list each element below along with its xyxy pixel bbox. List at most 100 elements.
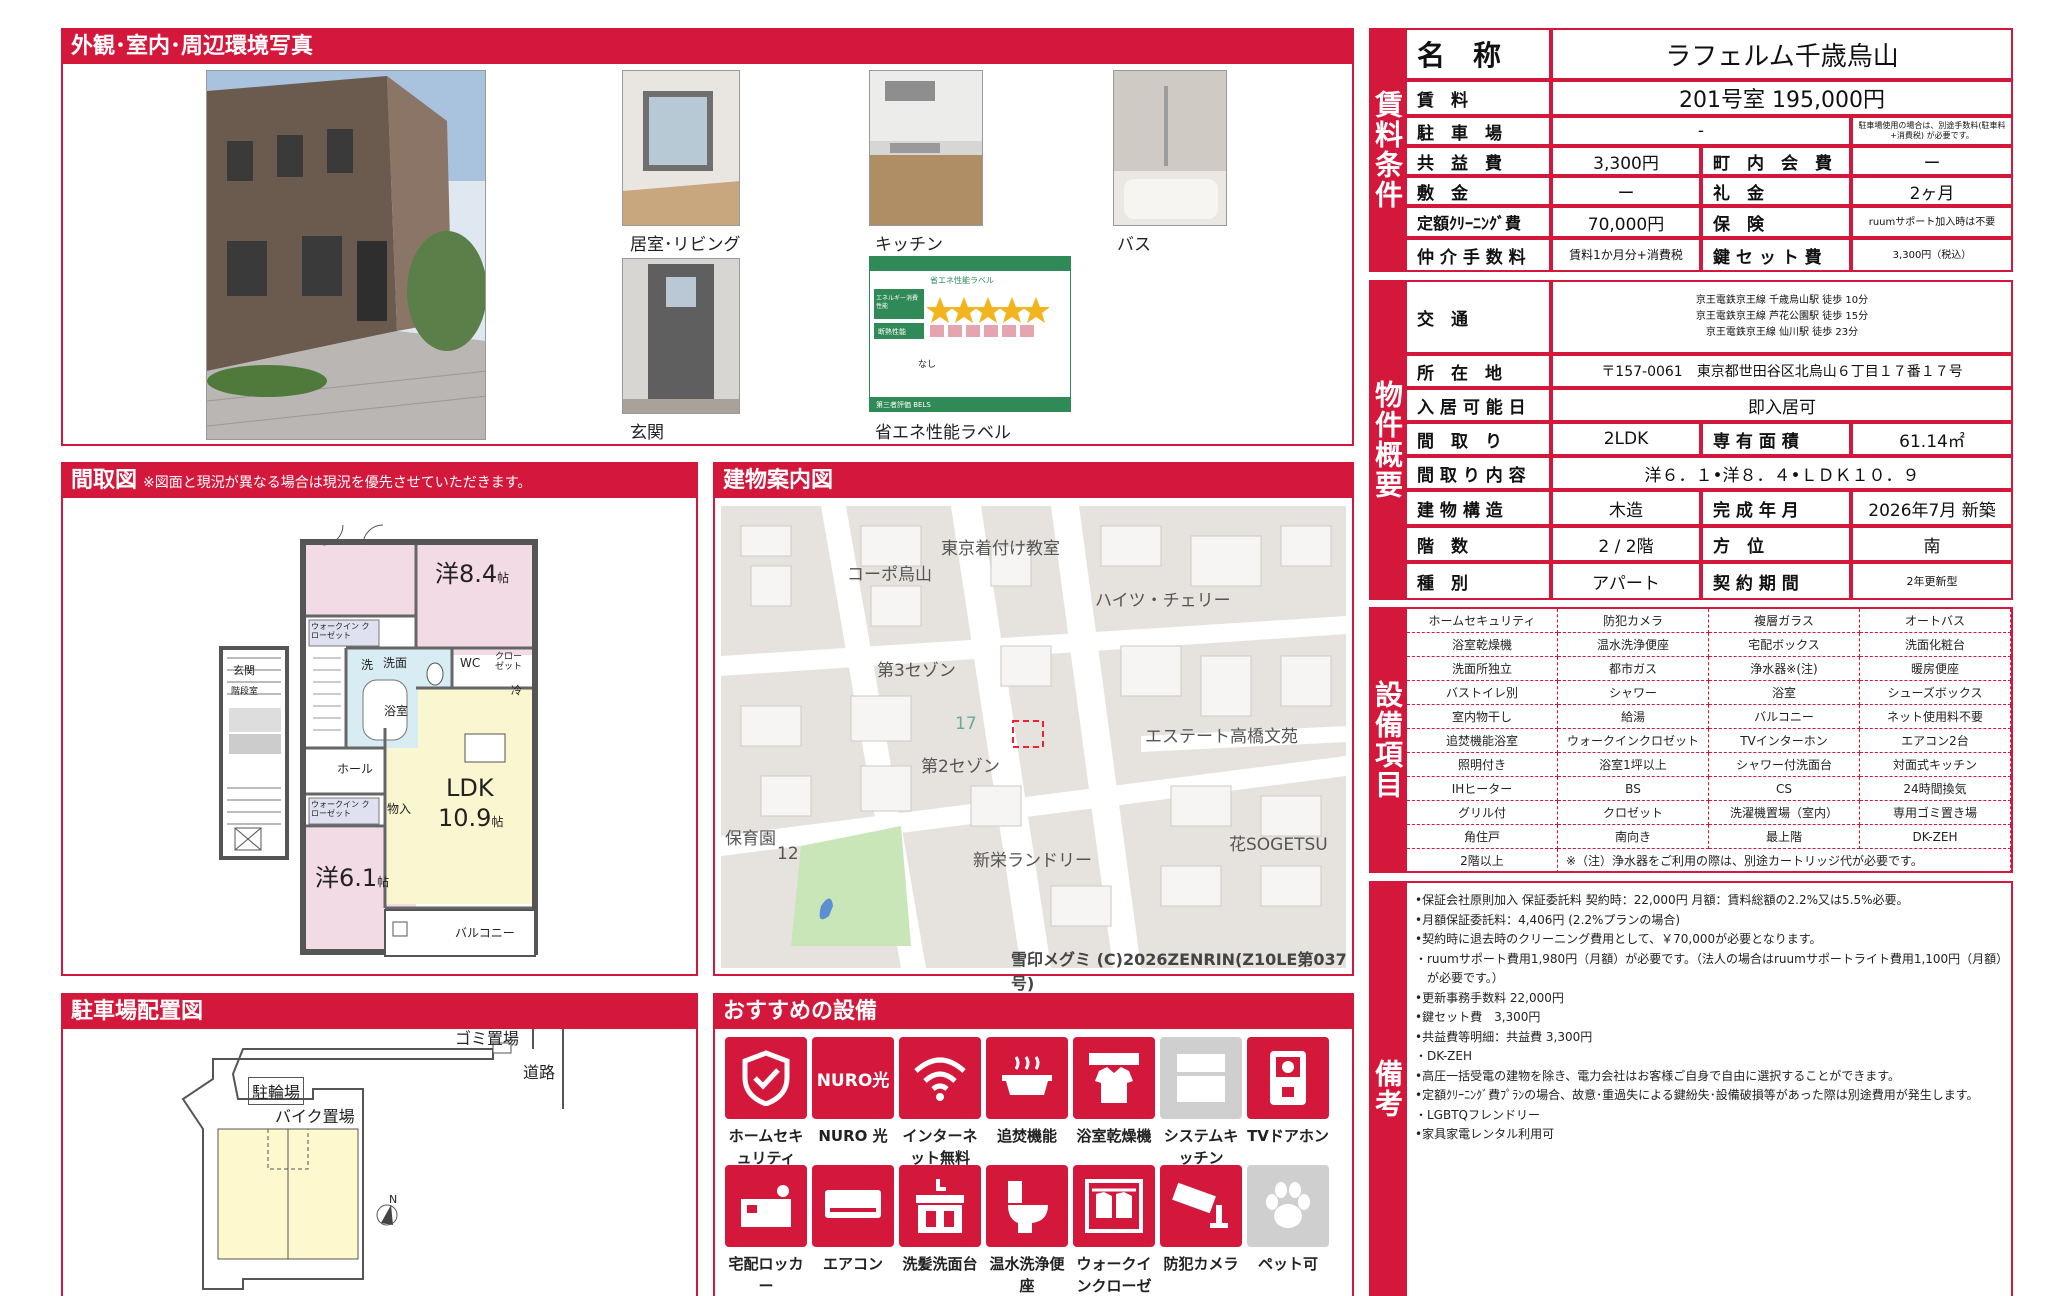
- facility-label: 温水洗浄便座: [989, 1255, 1065, 1295]
- equipment-item: 対面式キッチン: [1860, 753, 2011, 777]
- map-section-title: 建物案内図: [715, 464, 1352, 498]
- parking-label: 駐 車 場: [1405, 116, 1551, 146]
- equipment-item: 室内物干し: [1407, 705, 1558, 729]
- parking-section: 駐車場配置図 ゴミ置場 道路 駐輪場 バイク置場 N: [61, 993, 698, 1296]
- delivery-locker-icon: [725, 1165, 807, 1247]
- equipment-item: グリル付: [1407, 801, 1558, 825]
- map-label-laundry: 新栄ランドリー: [973, 851, 1092, 871]
- fp-room2-unit: 帖: [377, 875, 390, 889]
- map-label-nursery: 保育園: [725, 829, 776, 849]
- equipment-item: オートバス: [1860, 609, 2011, 633]
- brokerage-label: 仲 介 手 数 料: [1405, 238, 1551, 272]
- floor-label-text: 階 数: [1417, 536, 1468, 557]
- rent-side-label: 賃料条件: [1369, 28, 1405, 272]
- facility-label: 追焚機能: [996, 1127, 1057, 1145]
- closet-icon: [1073, 1165, 1155, 1247]
- wifi-icon: [899, 1037, 981, 1119]
- cleaning-label-text: 定額ｸﾘｰﾆﾝｸﾞ費: [1417, 214, 1522, 233]
- remark-line: •保証会社原則加入 保証委託料 契約時：22,000円 月額：賃料総額の2.2%…: [1415, 893, 1909, 907]
- entrance-photo[interactable]: [622, 258, 740, 414]
- kitchen-photo[interactable]: [869, 70, 983, 226]
- property-side-label: 物件概要: [1369, 280, 1405, 600]
- equipment-grid: ホームセキュリティ 防犯カメラ 複層ガラス オートバス 浴室乾燥機 温水洗浄便座 宅配ボック…: [1405, 607, 2013, 873]
- transport-line-3: 京王電鉄京王線 仙川駅 徒歩 23分: [1705, 327, 1859, 338]
- movein-label: 入 居 可 能 日: [1405, 388, 1551, 422]
- exterior-photo[interactable]: [206, 70, 486, 440]
- equipment-item: TVインターホン: [1709, 729, 1860, 753]
- direction-label-text: 方 位: [1713, 536, 1764, 557]
- fp-wic2: ウォークイン クローゼット: [311, 800, 370, 818]
- air-conditioner-icon: [812, 1165, 894, 1247]
- direction-value: 南: [1851, 526, 2013, 562]
- remark-line: ・DK-ZEH: [1415, 1049, 1473, 1063]
- facility-label: 宅配ロッカー: [728, 1255, 804, 1295]
- map-label-heights: ハイツ・チェリー: [1095, 591, 1231, 611]
- shield-check-icon: [725, 1037, 807, 1119]
- energy-label-image[interactable]: 省エネ性能ラベル エネルギー消費性能 断熱性能 なし 第三者評価 BELS: [869, 256, 1071, 412]
- movein-value: 即入居可: [1551, 388, 2013, 422]
- nuro-logo-icon: NURO光: [812, 1037, 894, 1119]
- floorplan-note: ※図面と現況が異なる場合は現況を優先させていただきます。: [143, 475, 532, 491]
- insurance-label: 保 険: [1701, 206, 1851, 238]
- parking-motorbike: バイク置場: [275, 1107, 355, 1126]
- rent-label-text: 賃 料: [1417, 90, 1468, 111]
- fp-hall: ホール: [337, 762, 374, 776]
- floorplan-drawing: [219, 524, 538, 957]
- address-label-text: 所 在 地: [1417, 363, 1502, 384]
- common-fee-value: 3,300円: [1551, 146, 1701, 176]
- energy-label-row2: 断熱性能: [878, 328, 906, 336]
- common-fee-label: 共 益 費: [1405, 146, 1551, 176]
- contract-value: 2年更新型: [1851, 562, 2013, 600]
- equipment-item: ホームセキュリティ: [1407, 609, 1558, 633]
- remark-line: •高圧一括受電の建物を除き、電力会社はお客様ご自身で自由に選択することができます…: [1415, 1068, 1901, 1083]
- cleaning-value: 70,000円: [1551, 206, 1701, 238]
- parking-garbage: ゴミ置場: [455, 1029, 520, 1048]
- parking-section-title: 駐車場配置図: [63, 995, 696, 1029]
- remark-line: •更新事務手数料 22,000円: [1415, 990, 1564, 1005]
- equipment-item: シャワー付洗面台: [1709, 753, 1860, 777]
- direction-label: 方 位: [1701, 526, 1851, 562]
- remarks-box: •保証会社原則加入 保証委託料 契約時：22,000円 月額：賃料総額の2.2%…: [1405, 881, 2013, 1296]
- facility-label: ペット可: [1257, 1255, 1318, 1273]
- paw-icon: [1247, 1165, 1329, 1247]
- floorplan-section-title: 間取図 ※図面と現況が異なる場合は現況を優先させていただきます。: [63, 464, 696, 498]
- fp-closet: クロー ゼット: [495, 652, 523, 672]
- built-label: 完 成 年 月: [1701, 490, 1851, 526]
- remark-line: •家具家電レンタル利用可: [1415, 1127, 1555, 1141]
- fp-ldk-unit: 帖: [491, 815, 504, 829]
- equipment-side-label: 設備項目: [1369, 607, 1405, 873]
- map-label-estate: エステート高橋文苑: [1145, 727, 1298, 747]
- living-room-photo[interactable]: [622, 70, 740, 226]
- name-label-text: 名 称: [1417, 39, 1502, 72]
- contract-label: 契 約 期 間: [1701, 562, 1851, 600]
- remark-line: •定額ｸﾘｰﾆﾝｸﾞ費ﾌﾟﾗﾝの場合、故意･重過失による鍵紛失･設備破損等があっ…: [1415, 1088, 1979, 1102]
- living-room-caption: 居室･リビング: [630, 235, 741, 255]
- key-money-label: 礼 金: [1701, 176, 1851, 206]
- photos-section-title: 外観･室内･周辺環境写真: [63, 30, 1352, 64]
- remark-line: が必要です。）: [1415, 971, 1504, 985]
- transport-label-text: 交 通: [1417, 309, 1468, 330]
- key-money-label-text: 礼 金: [1713, 183, 1764, 204]
- address-label: 所 在 地: [1405, 354, 1551, 388]
- facilities-section: おすすめの設備 ホームセキュリティ NURO光 NURO 光インターネット無料 追焚機…: [713, 993, 1354, 1296]
- energy-label-row1: エネルギー消費性能: [876, 295, 919, 310]
- equipment-item: IHヒーター: [1407, 777, 1558, 801]
- equipment-item: 2階以上: [1407, 849, 1558, 873]
- bath-caption: バス: [1117, 235, 1151, 255]
- rent-value: 201号室 195,000円: [1551, 80, 2013, 116]
- fp-balcony: バルコニー: [455, 926, 515, 940]
- parking-bike: 駐輪場: [248, 1077, 305, 1105]
- equipment-item: 宅配ボックス: [1709, 633, 1860, 657]
- built-value: 2026年7月 新築: [1851, 490, 2013, 526]
- equipment-item: エアコン2台: [1860, 729, 2011, 753]
- insurance-label-text: 保 険: [1713, 214, 1764, 235]
- equipment-item: 温水洗浄便座: [1558, 633, 1709, 657]
- equipment-item: シャワー: [1558, 681, 1709, 705]
- remarks-side-label: 備考: [1369, 881, 1405, 1296]
- floor-value: 2 / 2階: [1551, 526, 1701, 562]
- equipment-item: 最上階: [1709, 825, 1860, 849]
- bath-photo[interactable]: [1113, 70, 1227, 226]
- rent-label: 賃 料: [1405, 80, 1551, 116]
- transport-value: 京王電鉄京王線 千歳烏山駅 徒歩 10分 京王電鉄京王線 芦花公園駅 徒歩 15…: [1551, 280, 2013, 354]
- town-fee-value: ー: [1851, 146, 2013, 176]
